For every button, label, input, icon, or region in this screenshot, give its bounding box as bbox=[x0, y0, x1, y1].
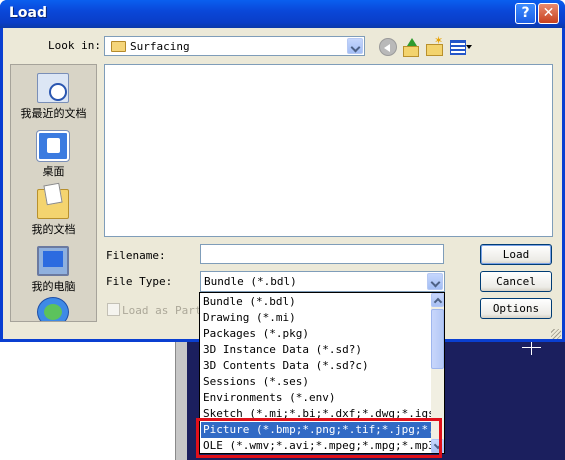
look-in-label: Look in: bbox=[48, 39, 101, 52]
file-type-option[interactable]: Packages (*.pkg) bbox=[201, 326, 431, 342]
highlight-annotation-box bbox=[196, 418, 442, 458]
file-type-option[interactable]: Drawing (*.mi) bbox=[201, 310, 431, 326]
file-type-value: Bundle (*.bdl) bbox=[204, 275, 297, 288]
place-recent-documents[interactable]: 我最近的文档 bbox=[11, 69, 96, 125]
options-button[interactable]: Options bbox=[480, 298, 552, 319]
views-menu-icon[interactable] bbox=[449, 38, 473, 56]
chevron-down-icon[interactable] bbox=[347, 38, 363, 54]
chevron-down-icon[interactable] bbox=[427, 273, 443, 290]
resize-grip-icon[interactable] bbox=[551, 329, 561, 339]
file-type-option[interactable]: 3D Instance Data (*.sd?) bbox=[201, 342, 431, 358]
back-icon[interactable] bbox=[379, 38, 397, 56]
background-panel-edge bbox=[175, 342, 187, 460]
file-type-option[interactable]: 3D Contents Data (*.sd?c) bbox=[201, 358, 431, 374]
desktop-icon bbox=[37, 131, 69, 161]
network-places-icon bbox=[37, 297, 69, 321]
title-bar[interactable]: Load ? ✕ bbox=[0, 0, 565, 28]
folder-icon bbox=[111, 41, 126, 52]
scrollbar-thumb[interactable] bbox=[431, 309, 444, 369]
file-type-dropdown[interactable]: Bundle (*.bdl) bbox=[200, 271, 445, 292]
scroll-up-icon[interactable] bbox=[431, 293, 444, 307]
my-computer-icon bbox=[37, 246, 69, 276]
help-button[interactable]: ? bbox=[515, 3, 536, 24]
file-type-option[interactable]: Bundle (*.bdl) bbox=[201, 294, 431, 310]
new-folder-icon[interactable] bbox=[425, 34, 443, 56]
load-as-part-checkbox[interactable] bbox=[107, 303, 120, 316]
my-documents-icon bbox=[37, 189, 69, 219]
file-list[interactable] bbox=[104, 64, 553, 237]
look-in-dropdown[interactable]: Surfacing bbox=[104, 36, 365, 56]
file-type-label: File Type: bbox=[106, 275, 173, 288]
load-dialog: Load ? ✕ Look in: Surfacing 我最近的文档 桌面 我的… bbox=[0, 0, 565, 342]
filename-input[interactable] bbox=[200, 244, 444, 264]
cancel-button[interactable]: Cancel bbox=[480, 271, 552, 292]
place-label: 我最近的文档 bbox=[20, 107, 87, 120]
place-my-documents[interactable]: 我的文档 bbox=[11, 185, 96, 241]
up-folder-icon[interactable] bbox=[402, 38, 420, 57]
filename-label: Filename: bbox=[106, 249, 166, 262]
place-label: 我的文档 bbox=[31, 223, 76, 236]
recent-documents-icon bbox=[37, 73, 69, 103]
place-my-computer[interactable]: 我的电脑 bbox=[11, 242, 96, 298]
file-type-option[interactable]: Sessions (*.ses) bbox=[201, 374, 431, 390]
file-type-option[interactable]: Environments (*.env) bbox=[201, 390, 431, 406]
background-area bbox=[0, 342, 175, 460]
places-bar: 我最近的文档 桌面 我的文档 我的电脑 bbox=[10, 64, 97, 322]
close-button[interactable]: ✕ bbox=[538, 3, 559, 24]
place-label: 桌面 bbox=[42, 165, 65, 178]
place-desktop[interactable]: 桌面 bbox=[11, 127, 96, 183]
look-in-value: Surfacing bbox=[130, 40, 190, 53]
place-network[interactable] bbox=[11, 293, 96, 321]
load-as-part-label: Load as Part/ bbox=[122, 304, 209, 317]
load-button[interactable]: Load bbox=[480, 244, 552, 265]
place-label: 我的电脑 bbox=[31, 280, 76, 293]
dialog-title: Load bbox=[9, 5, 48, 21]
